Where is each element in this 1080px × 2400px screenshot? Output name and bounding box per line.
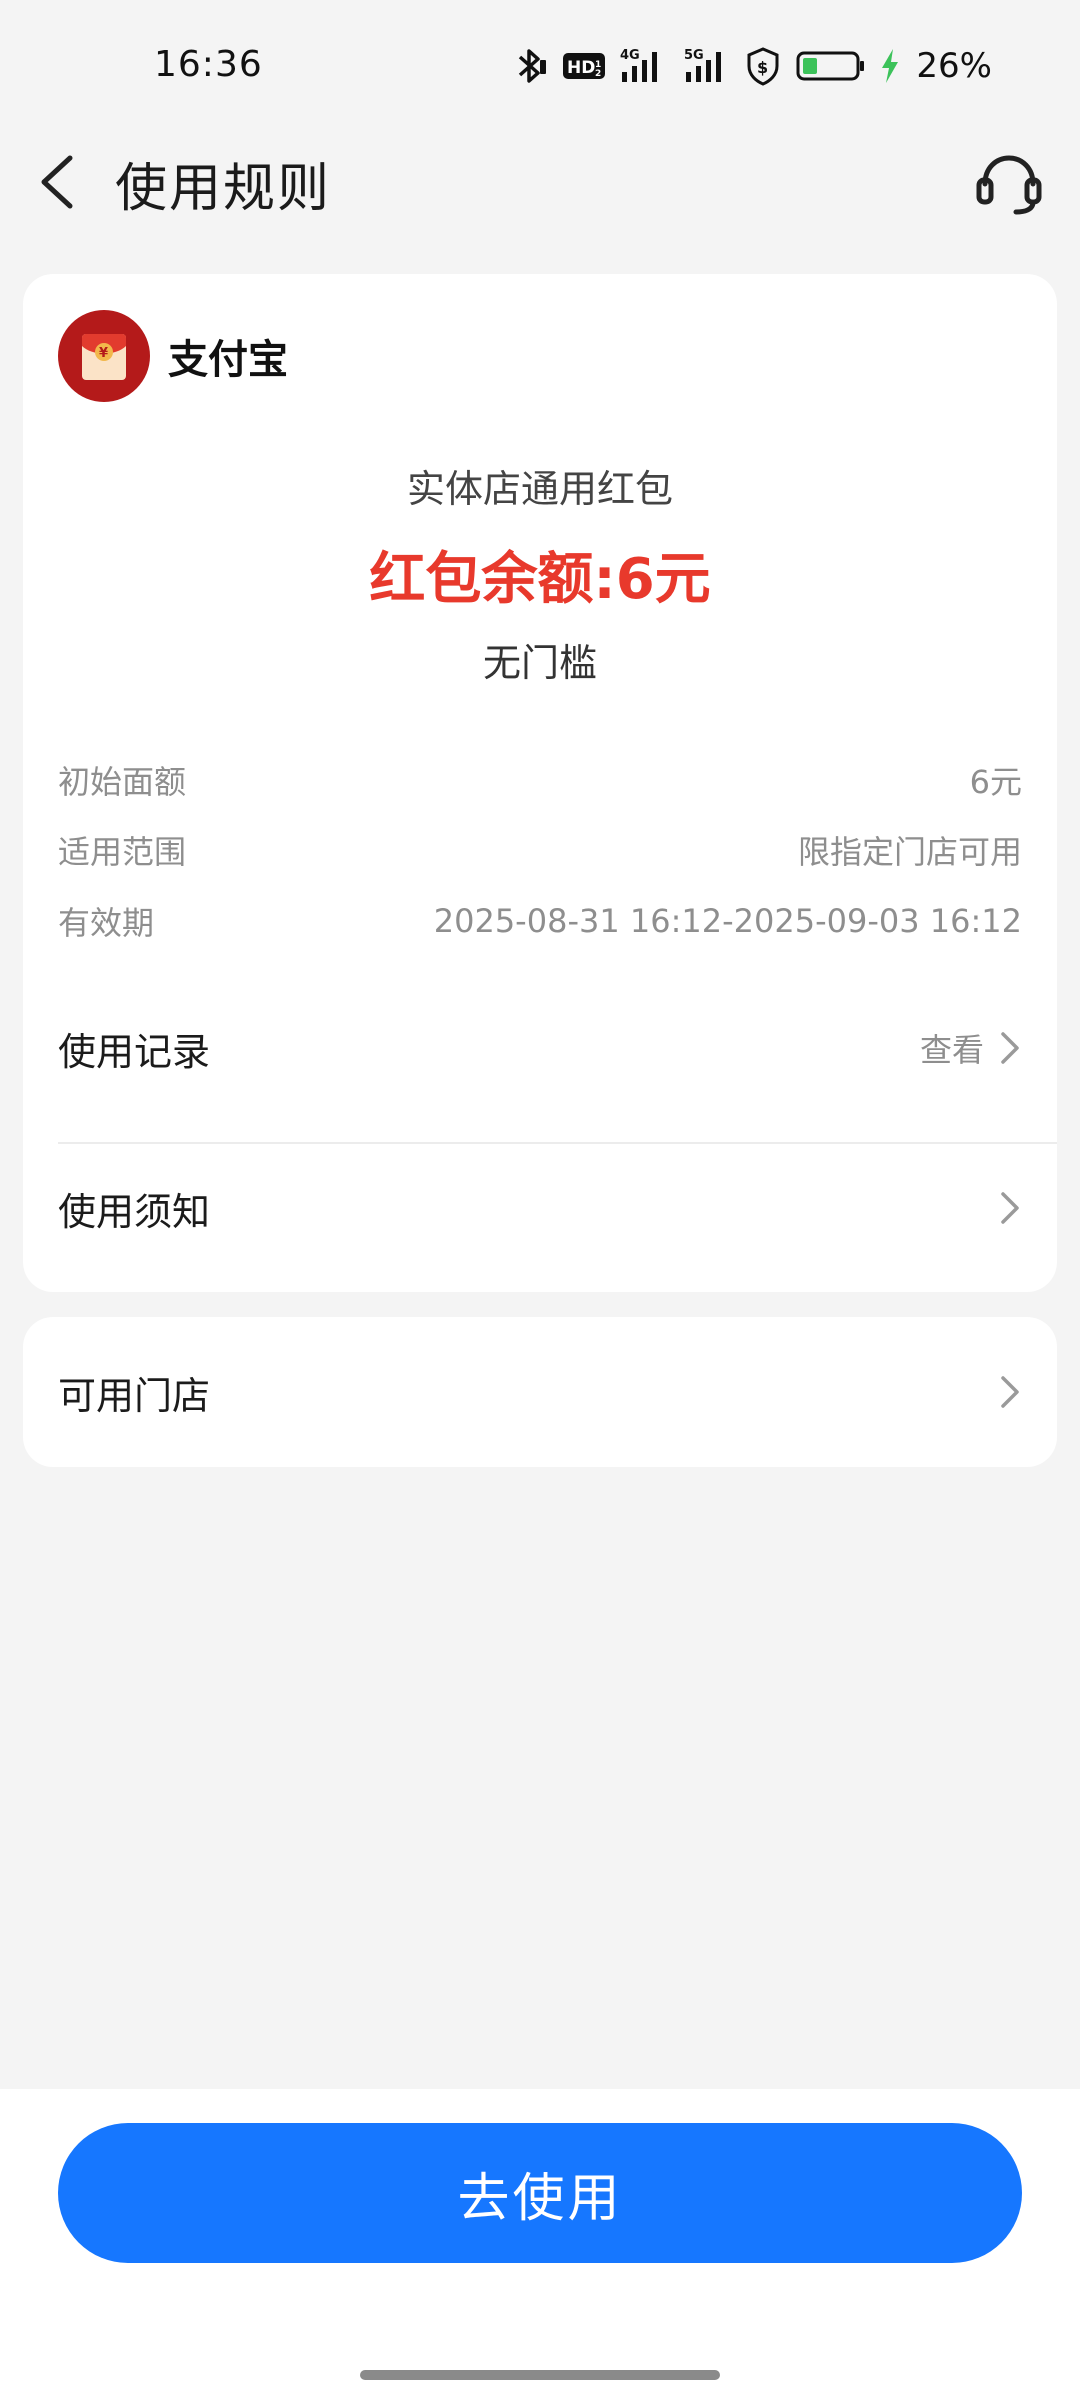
chevron-right-icon: [998, 1372, 1022, 1412]
signal-4g-icon: 4G: [620, 46, 666, 86]
usage-record-right: 查看: [920, 1025, 1022, 1071]
status-icons: HD 1 2 4G 5G $ 26%: [514, 44, 992, 88]
battery-icon: [796, 50, 866, 82]
back-button[interactable]: [34, 150, 94, 214]
hd-icon: HD 1 2: [562, 50, 606, 82]
available-stores-card: 可用门店: [23, 1317, 1057, 1467]
customer-service-button[interactable]: [972, 146, 1046, 220]
bluetooth-icon: [514, 46, 548, 86]
page-title: 使用规则: [115, 159, 332, 219]
svg-text:$: $: [757, 58, 768, 77]
available-stores-label: 可用门店: [58, 1373, 211, 1418]
coupon-name: 实体店通用红包: [406, 467, 673, 511]
detail-value: 限指定门店可用: [797, 833, 1022, 871]
detail-label: 初始面额: [58, 763, 187, 801]
usage-notice-row[interactable]: 使用须知: [58, 1178, 1022, 1238]
detail-label: 适用范围: [58, 833, 187, 871]
chevron-right-icon: [998, 1028, 1022, 1068]
red-envelope-icon: ¥: [82, 334, 126, 380]
detail-row-scope: 适用范围 限指定门店可用: [58, 827, 1022, 873]
svg-text:4G: 4G: [620, 48, 640, 63]
svg-text:¥: ¥: [99, 346, 108, 361]
status-bar: 16:36 HD 1 2 4G 5G $ 26%: [0, 0, 1080, 130]
detail-value: 2025-08-31 16:12-2025-09-03 16:12: [433, 902, 1022, 940]
detail-row-validity: 有效期 2025-08-31 16:12-2025-09-03 16:12: [58, 898, 1022, 944]
brand-name: 支付宝: [168, 337, 288, 383]
header: 使用规则: [0, 130, 1080, 230]
available-stores-row[interactable]: 可用门店: [58, 1362, 1022, 1422]
svg-text:2: 2: [595, 69, 601, 79]
usage-record-row[interactable]: 使用记录 查看: [58, 1018, 1022, 1078]
coupon-threshold: 无门槛: [482, 641, 597, 685]
headset-icon: [976, 155, 1042, 215]
charging-icon: [880, 48, 900, 84]
home-indicator[interactable]: [360, 2370, 720, 2380]
available-stores-right: [998, 1372, 1022, 1412]
svg-text:5G: 5G: [684, 48, 704, 63]
shield-dollar-icon: $: [744, 46, 782, 86]
signal-5g-icon: 5G: [680, 46, 730, 86]
detail-row-initial-amount: 初始面额 6元: [58, 757, 1022, 803]
chevron-right-icon: [998, 1188, 1022, 1228]
brand: ¥ 支付宝: [58, 310, 288, 402]
detail-value: 6元: [969, 763, 1022, 801]
coupon-card: ¥ 支付宝 实体店通用红包 红包余额:6元 无门槛 初始面额 6元 适用范围 限…: [23, 274, 1057, 1292]
brand-logo: ¥: [58, 310, 150, 402]
status-time: 16:36: [154, 44, 263, 85]
usage-notice-right: [998, 1188, 1022, 1228]
use-now-button[interactable]: 去使用: [58, 2123, 1022, 2263]
chevron-left-icon: [41, 155, 73, 209]
usage-notice-label: 使用须知: [58, 1189, 211, 1234]
svg-text:HD: HD: [567, 58, 595, 78]
usage-record-hint: 查看: [919, 1031, 984, 1069]
battery-percent: 26%: [916, 46, 992, 86]
coupon-balance: 红包余额:6元: [369, 547, 711, 612]
detail-label: 有效期: [58, 904, 155, 942]
bottom-bar: 去使用: [0, 2089, 1080, 2400]
divider: [58, 1142, 1057, 1144]
usage-record-label: 使用记录: [58, 1029, 211, 1074]
